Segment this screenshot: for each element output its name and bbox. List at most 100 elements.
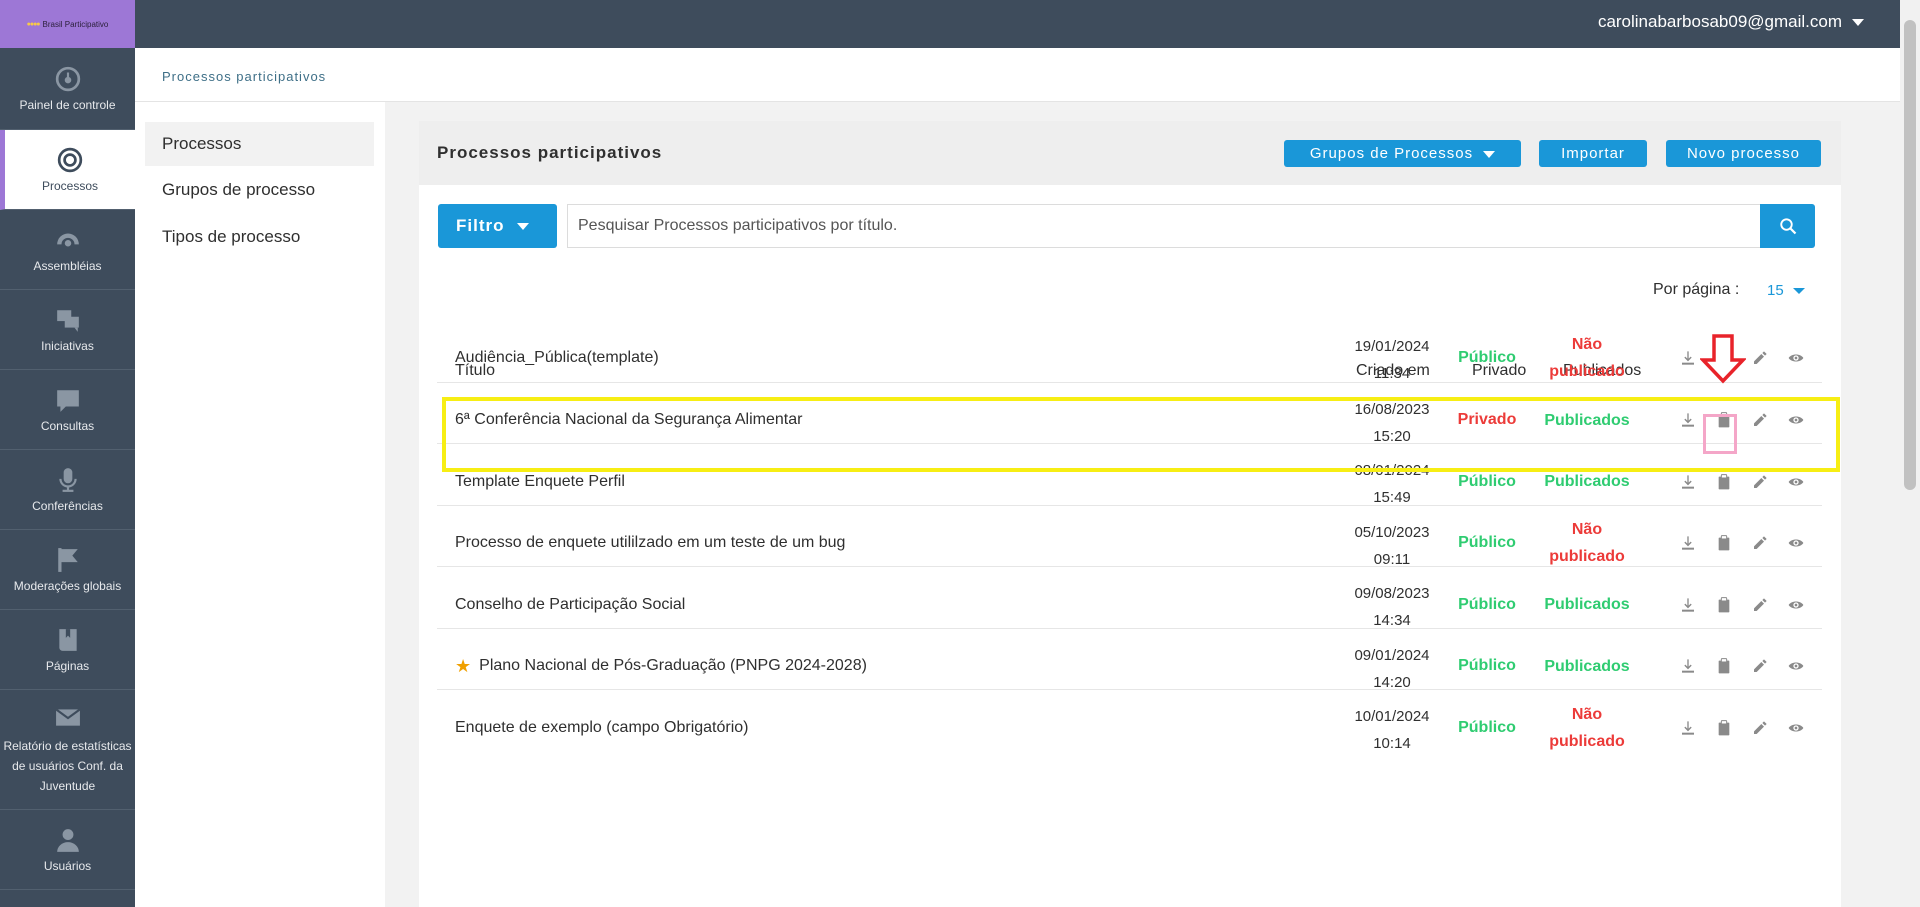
breadcrumb[interactable]: Processos participativos [162, 69, 326, 84]
sidebar-item-processos[interactable]: Processos [0, 130, 135, 210]
page-title: Processos participativos [437, 143, 663, 162]
search-button[interactable] [1760, 204, 1815, 248]
chevron-down-icon [516, 223, 529, 231]
sidebar-item-label: Processos [41, 178, 99, 193]
publish-status-line1: Não [1571, 705, 1603, 723]
process-groups-dropdown[interactable]: Grupos de Processos [1284, 140, 1521, 167]
pencil-action[interactable] [1742, 464, 1778, 500]
search-icon [1779, 218, 1796, 235]
filter-dropdown[interactable]: Filtro [438, 204, 557, 248]
eye-icon [1788, 601, 1804, 608]
created-at: 09/01/2024 14:20 [1342, 642, 1442, 696]
new-process-button[interactable]: Novo processo [1666, 140, 1821, 167]
book-icon [55, 627, 81, 653]
process-title[interactable]: Audiência_Pública(template) [455, 349, 659, 367]
pencil-action[interactable] [1742, 340, 1778, 376]
filter-label: Filtro [456, 216, 505, 235]
import-button[interactable]: Importar [1539, 140, 1647, 167]
eye-action[interactable] [1778, 464, 1814, 500]
created-at: 09/08/2023 14:34 [1342, 580, 1442, 634]
eye-icon [1788, 662, 1804, 670]
clipboard-action[interactable] [1706, 710, 1742, 746]
process-title[interactable]: Template Enquete Perfil [455, 473, 625, 491]
eye-icon [1788, 478, 1804, 485]
user-menu[interactable]: carolinabarbosab09@gmail.com [1598, 12, 1864, 32]
assembly-icon [55, 227, 81, 253]
clipboard-action[interactable] [1706, 587, 1742, 623]
pencil-action[interactable] [1742, 402, 1778, 438]
eye-action[interactable] [1778, 340, 1814, 376]
pencil-icon [1754, 350, 1767, 364]
sidebar-item-conferencias[interactable]: Conferências [0, 450, 135, 530]
pencil-icon [1754, 597, 1767, 611]
download-action[interactable] [1670, 587, 1706, 623]
process-title[interactable]: Processo de enquete utililzado em um tes… [455, 534, 845, 552]
sidebar-item-moderacoes[interactable]: Moderações globais [0, 530, 135, 610]
chevron-down-icon [1483, 150, 1496, 158]
star-icon[interactable]: ★ [455, 656, 471, 677]
eye-action[interactable] [1778, 525, 1814, 561]
download-icon [1682, 474, 1694, 489]
scrollbar-thumb[interactable] [1904, 20, 1916, 490]
user-email: carolinabarbosab09@gmail.com [1597, 12, 1842, 31]
publish-status-line1: Publicados [1544, 473, 1630, 490]
sidebar-item-painel[interactable]: Painel de controle [0, 48, 135, 130]
subnav-item-grupos[interactable]: Grupos de processo [145, 168, 374, 212]
scrollbar[interactable] [1900, 0, 1920, 907]
process-title[interactable]: Conselho de Participação Social [455, 596, 685, 614]
pencil-action[interactable] [1742, 648, 1778, 684]
download-action[interactable] [1670, 402, 1706, 438]
per-page-select[interactable]: 15 [1767, 282, 1805, 299]
publish-status-line1: Não [1571, 521, 1603, 538]
clipboard-icon [1718, 535, 1730, 551]
process-title[interactable]: Plano Nacional de Pós-Graduação (PNPG 20… [479, 657, 867, 675]
clipboard-action[interactable] [1706, 464, 1742, 500]
pencil-icon [1754, 413, 1767, 426]
sidebar-item-relatorio[interactable]: Relatório de estatísticas de usuários Co… [0, 690, 135, 810]
pencil-action[interactable] [1742, 525, 1778, 561]
sidebar-item-label: Relatório de estatísticas de usuários Co… [3, 738, 132, 793]
clipboard-action[interactable] [1706, 525, 1742, 561]
sidebar-item-consultas[interactable]: Consultas [0, 370, 135, 450]
logo-mark-icon: ●●●● [26, 20, 41, 28]
download-icon [1682, 350, 1694, 365]
download-action[interactable] [1670, 525, 1706, 561]
clipboard-icon [1718, 412, 1730, 428]
process-title[interactable]: 6ª Conferência Nacional da Segurança Ali… [455, 411, 802, 429]
clipboard-action[interactable] [1706, 648, 1742, 684]
per-page-label: Por página : [1653, 281, 1740, 298]
pencil-icon [1754, 474, 1767, 488]
sidebar-item-label: Painel de controle [19, 97, 116, 112]
eye-action[interactable] [1778, 648, 1814, 684]
download-action[interactable] [1670, 710, 1706, 746]
envelope-icon [54, 704, 81, 730]
process-title[interactable]: Enquete de exemplo (campo Obrigatório) [455, 719, 749, 737]
created-date: 10/01/2024 [1354, 708, 1430, 725]
subnav-item-processos[interactable]: Processos [145, 122, 374, 166]
download-action[interactable] [1670, 648, 1706, 684]
sidebar-item-usuarios[interactable]: Usuários [0, 810, 135, 890]
brand-logo[interactable]: ●●●● Brasil Participativo [0, 0, 135, 48]
clipboard-icon [1718, 473, 1730, 489]
dashboard-icon [55, 66, 81, 92]
subnav-item-tipos[interactable]: Tipos de processo [145, 215, 374, 259]
eye-action[interactable] [1778, 710, 1814, 746]
sidebar-item-paginas[interactable]: Páginas [0, 610, 135, 690]
eye-action[interactable] [1778, 587, 1814, 623]
eye-action[interactable] [1778, 402, 1814, 438]
pencil-action[interactable] [1742, 587, 1778, 623]
secondary-nav: Processos Grupos de processo Tipos de pr… [135, 102, 385, 907]
comment-icon [55, 387, 81, 413]
created-date: 05/10/2023 [1354, 523, 1430, 541]
pencil-action[interactable] [1742, 710, 1778, 746]
eye-icon [1788, 416, 1804, 424]
search-input[interactable] [567, 204, 1780, 248]
pencil-icon [1754, 536, 1767, 549]
sidebar-item-assembleias[interactable]: Assembléias [0, 210, 135, 290]
clipboard-action[interactable] [1706, 402, 1742, 438]
created-date: 16/08/2023 [1354, 400, 1430, 418]
sidebar-item-iniciativas[interactable]: Iniciativas [0, 290, 135, 370]
sidebar-item-label: Assembléias [33, 258, 102, 273]
process-title-cell[interactable]: Enquete de exemplo (campo Obrigatório) [455, 690, 749, 765]
download-action[interactable] [1670, 464, 1706, 500]
